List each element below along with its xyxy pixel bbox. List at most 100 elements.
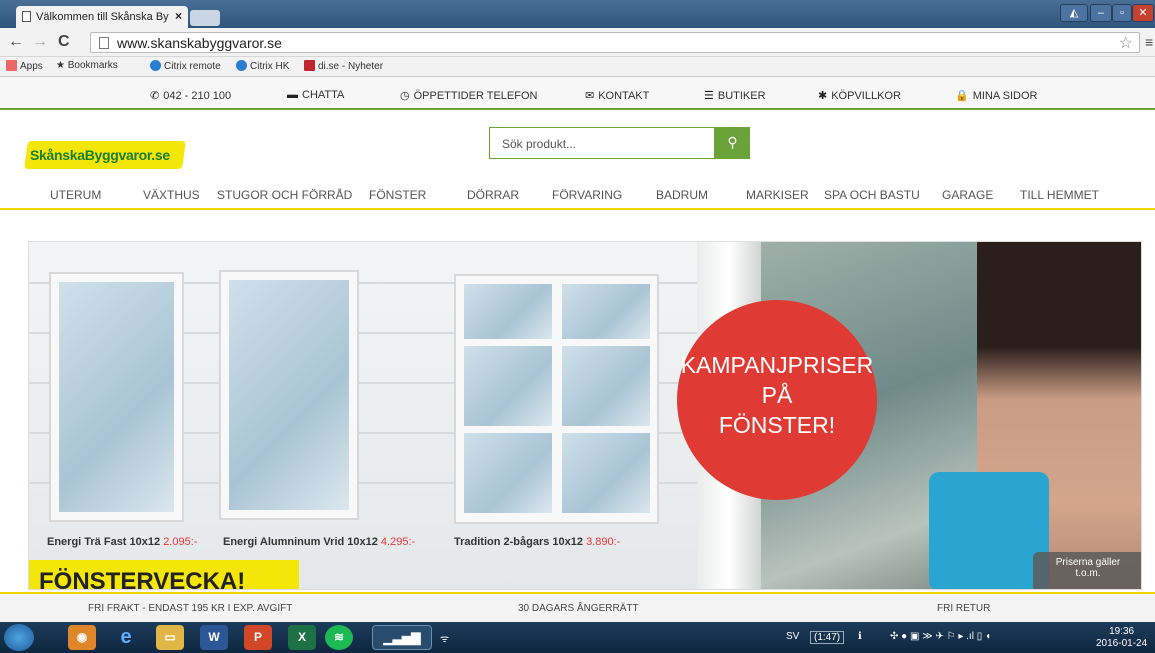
nav-markiser[interactable]: MARKISER: [746, 188, 809, 202]
clock-time: 19:36: [1109, 626, 1135, 637]
chat-link[interactable]: ▬ CHATTA: [287, 89, 344, 101]
profile-icon[interactable]: ◭: [1060, 4, 1088, 22]
wireless-icon[interactable]: ᯤ: [440, 631, 449, 645]
nav-badrum[interactable]: BADRUM: [656, 188, 708, 202]
reload-icon[interactable]: C: [58, 34, 70, 50]
hours-label: ÖPPETTIDER TELEFON: [413, 90, 538, 102]
terms-label: KÖPVILLKOR: [831, 90, 901, 102]
bookmarks-bar: Apps ★ Bookmarks Citrix remote Citrix HK…: [0, 57, 1155, 77]
bookmark-star-icon[interactable]: ☆: [1119, 33, 1133, 53]
stores-link[interactable]: ☰ BUTIKER: [704, 89, 766, 102]
product-caption: Tradition 2-bågars 10x12 3.890:-: [454, 536, 620, 548]
back-arrow-icon[interactable]: ←: [8, 34, 24, 50]
word-icon[interactable]: W: [200, 625, 228, 650]
bookmark-label: Citrix HK: [250, 61, 290, 72]
bookmark-label: Citrix remote: [164, 61, 221, 72]
chrome-icon[interactable]: ◉: [68, 625, 96, 650]
category-nav: UTERUM VÄXTHUS STUGOR OCH FÖRRÅD FÖNSTER…: [0, 186, 1155, 210]
forward-arrow-icon[interactable]: →: [32, 34, 48, 50]
nav-stugor[interactable]: STUGOR OCH FÖRRÅD: [217, 188, 352, 202]
usp-bar: FRI FRAKT - ENDAST 195 KR I EXP. AVGIFT …: [0, 592, 1155, 622]
hero-banner[interactable]: KAMPANJPRISER PÅ FÖNSTER! Energi Trä Fas…: [28, 241, 1142, 590]
close-window-button[interactable]: ✕: [1132, 4, 1154, 22]
chat-icon: ▬: [287, 89, 298, 101]
nav-uterum[interactable]: UTERUM: [50, 188, 101, 202]
powerpoint-icon[interactable]: P: [244, 625, 272, 650]
menu-icon[interactable]: ≡: [1145, 34, 1153, 50]
price-note-line: t.o.m.: [1075, 568, 1101, 579]
address-bar-row: ← → C www.skanskabyggvaror.se ☆ ≡: [0, 28, 1155, 57]
url-input[interactable]: www.skanskabyggvaror.se ☆: [90, 32, 1140, 53]
browser-tab-strip: Välkommen till Skånska By × ◭ – ▫ ✕: [0, 0, 1155, 28]
my-pages-label: MINA SIDOR: [972, 90, 1038, 102]
hours-link[interactable]: ◷ ÖPPETTIDER TELEFON: [400, 89, 537, 102]
bookmark-apps[interactable]: Apps: [6, 60, 43, 72]
product-caption: Energi Alumninum Vrid 10x12 4.295:-: [223, 536, 415, 548]
nav-dorrar[interactable]: DÖRRAR: [467, 188, 519, 202]
bookmark-label: Apps: [20, 61, 43, 72]
search-icon: ⚲: [727, 134, 738, 150]
phone-icon: ✆: [150, 90, 160, 102]
nav-vaxthus[interactable]: VÄXTHUS: [143, 188, 200, 202]
search-input[interactable]: Sök produkt...: [489, 127, 715, 159]
bookmark-citrix-hk[interactable]: Citrix HK: [236, 60, 289, 72]
star-icon: ★: [56, 60, 68, 71]
page-icon: [99, 37, 109, 49]
usp-returns: 30 DAGARS ÅNGERRÄTT: [518, 603, 639, 614]
contact-link[interactable]: ✉ KONTAKT: [585, 89, 649, 102]
bookmark-citrix-remote[interactable]: Citrix remote: [150, 60, 221, 72]
file-explorer-icon[interactable]: ▭: [156, 625, 184, 650]
product-price: 2.095:-: [163, 536, 198, 548]
internet-explorer-icon[interactable]: e: [112, 625, 140, 650]
windows-taskbar: ◉ e ▭ W P X ≋ ▁▃▅▇ ᯤ SV (1:47) ℹ ✣ ● ▣ ≫…: [0, 622, 1155, 653]
page-icon: [22, 11, 31, 22]
url-text: www.skanskabyggvaror.se: [117, 35, 282, 51]
campaign-line-2: PÅ: [761, 382, 793, 408]
nav-forvaring[interactable]: FÖRVARING: [552, 188, 622, 202]
phone-label: 042 - 210 100: [163, 90, 232, 102]
bookmark-label: di.se - Nyheter: [318, 61, 384, 72]
nav-till-hemmet[interactable]: TILL HEMMET: [1020, 188, 1099, 202]
asterisk-icon: ✱: [818, 90, 828, 102]
spotify-icon[interactable]: ≋: [325, 625, 353, 650]
window-pivot-image: [219, 270, 359, 520]
nav-fonster[interactable]: FÖNSTER: [369, 188, 426, 202]
nav-spa-bastu[interactable]: SPA OCH BASTU: [824, 188, 920, 202]
info-icon[interactable]: ℹ: [858, 631, 862, 642]
new-tab-button[interactable]: [190, 10, 220, 26]
lock-icon: 🔒: [955, 90, 969, 102]
campaign-line-3: FÖNSTER!: [718, 412, 836, 438]
phone-link[interactable]: ✆ 042 - 210 100: [150, 89, 231, 102]
product-caption: Energi Trä Fast 10x12 2.095:-: [47, 536, 197, 548]
product-price: 3.890:-: [586, 536, 621, 548]
chat-label: CHATTA: [302, 89, 345, 101]
price-validity-note: Priserna gäller t.o.m.: [1033, 552, 1141, 589]
start-button[interactable]: [4, 624, 34, 651]
excel-icon[interactable]: X: [288, 625, 316, 650]
maximize-button[interactable]: ▫: [1112, 4, 1132, 22]
window-week-banner: FÖNSTERVECKA!: [29, 560, 299, 589]
minimize-button[interactable]: –: [1090, 4, 1112, 22]
tray-apps-icons[interactable]: ✣ ● ▣ ≫ ✈ ⚐ ▸ .ıl ▯ ◖: [890, 631, 991, 642]
site-logo[interactable]: SkånskaByggvaror.se: [30, 147, 170, 163]
site-top-links: ✆ 042 - 210 100 ▬ CHATTA ◷ ÖPPETTIDER TELEF…: [0, 77, 1155, 110]
my-pages-link[interactable]: 🔒 MINA SIDOR: [955, 89, 1038, 102]
network-monitor-icon[interactable]: ▁▃▅▇: [372, 625, 432, 650]
citrix-icon: [236, 60, 247, 71]
system-clock[interactable]: 19:36 2016-01-24: [1096, 626, 1147, 650]
product-name: Energi Alumninum Vrid 10x12: [223, 536, 378, 548]
citrix-icon: [150, 60, 161, 71]
clock-date: 2016-01-24: [1096, 638, 1148, 649]
battery-indicator[interactable]: (1:47): [810, 631, 845, 644]
browser-tab[interactable]: Välkommen till Skånska By ×: [16, 6, 188, 28]
nav-garage[interactable]: GARAGE: [942, 188, 993, 202]
close-tab-icon[interactable]: ×: [175, 9, 182, 23]
language-indicator[interactable]: SV: [786, 631, 799, 642]
search-button[interactable]: ⚲: [715, 127, 750, 159]
bookmark-label: Bookmarks: [67, 60, 118, 71]
bookmark-bookmarks[interactable]: ★ Bookmarks: [56, 60, 118, 71]
product-name: Energi Trä Fast 10x12: [47, 536, 161, 548]
bookmark-di-se[interactable]: di.se - Nyheter: [304, 60, 383, 72]
contact-label: KONTAKT: [598, 90, 650, 102]
terms-link[interactable]: ✱ KÖPVILLKOR: [818, 89, 901, 102]
